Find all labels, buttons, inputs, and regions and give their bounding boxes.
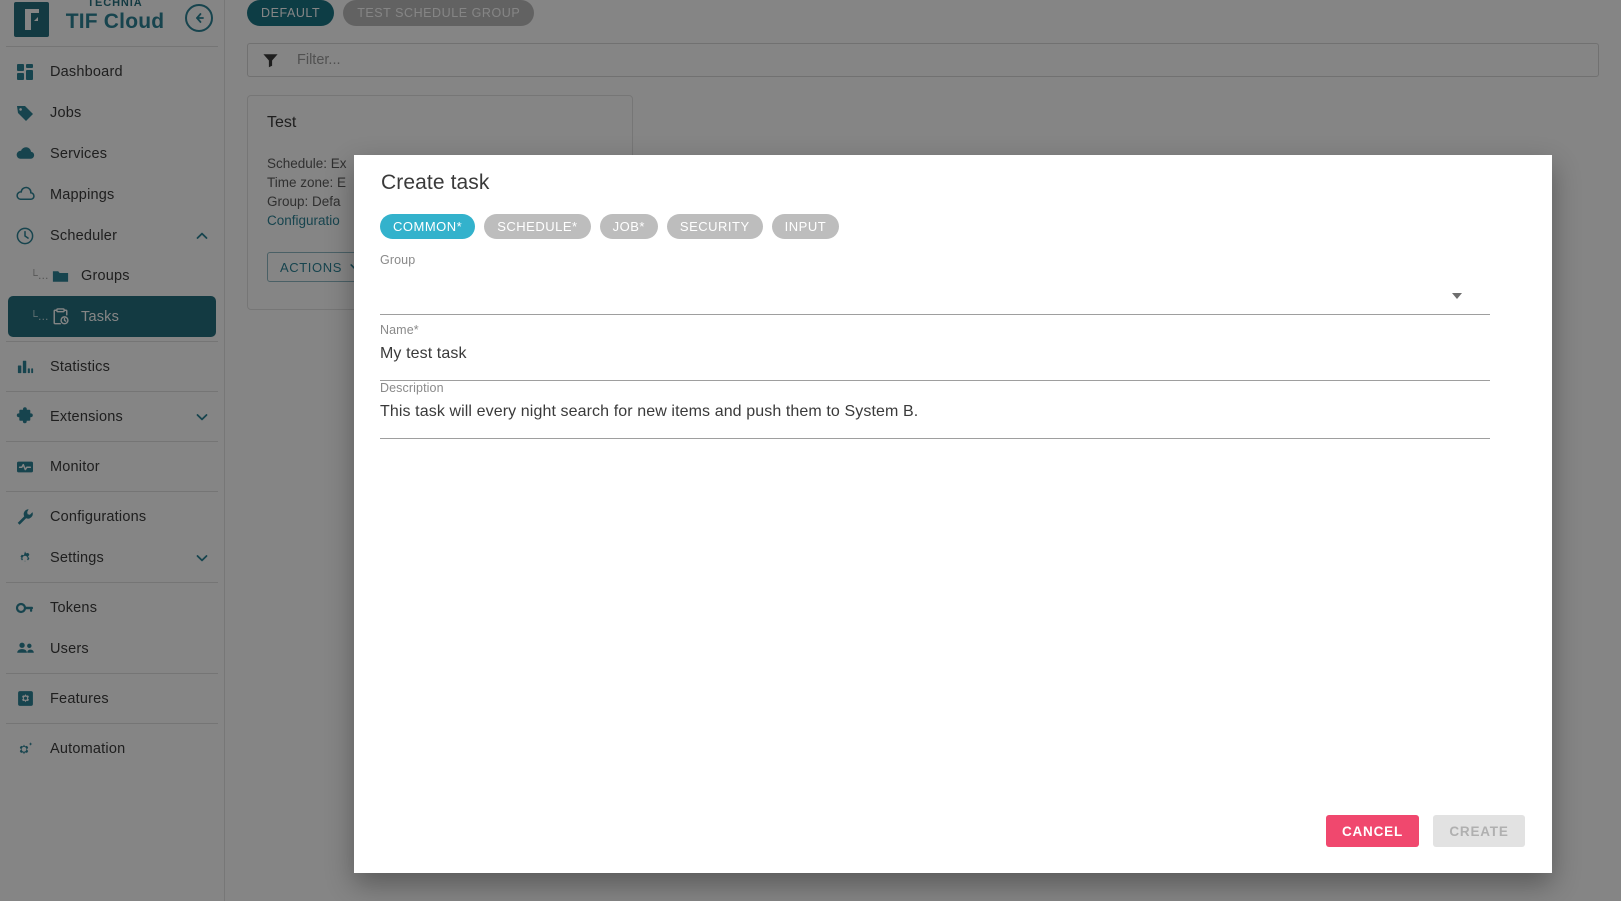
dialog-tab-bar: COMMON* SCHEDULE* JOB* SECURITY INPUT bbox=[380, 214, 840, 239]
create-button[interactable]: CREATE bbox=[1433, 815, 1525, 847]
tab-job[interactable]: JOB* bbox=[599, 214, 658, 239]
tab-security[interactable]: SECURITY bbox=[666, 214, 763, 239]
description-input[interactable]: This task will every night search for ne… bbox=[380, 403, 1490, 421]
description-field-label: Description bbox=[380, 381, 444, 395]
required-marker: * bbox=[413, 323, 419, 337]
field-underline bbox=[380, 314, 1490, 315]
tab-schedule[interactable]: SCHEDULE* bbox=[484, 214, 591, 239]
dialog-footer: CANCEL CREATE bbox=[1325, 815, 1525, 847]
group-field-label: Group bbox=[380, 253, 416, 267]
description-field[interactable]: Description This task will every night s… bbox=[380, 381, 1490, 439]
tab-common[interactable]: COMMON* bbox=[380, 214, 476, 239]
name-label-text: Name bbox=[380, 323, 414, 337]
field-underline bbox=[380, 438, 1490, 439]
name-input[interactable]: My test task bbox=[380, 345, 1490, 363]
group-field[interactable]: Group bbox=[380, 253, 1490, 315]
cancel-button[interactable]: CANCEL bbox=[1325, 815, 1419, 847]
dialog-title: Create task bbox=[381, 171, 490, 194]
create-task-dialog: Create task COMMON* SCHEDULE* JOB* SECUR… bbox=[354, 155, 1552, 873]
name-field-label: Name* bbox=[380, 323, 1490, 337]
chevron-down-caret-icon[interactable] bbox=[1452, 293, 1462, 299]
name-field[interactable]: Name* My test task bbox=[380, 323, 1490, 381]
tab-input[interactable]: INPUT bbox=[771, 214, 840, 239]
